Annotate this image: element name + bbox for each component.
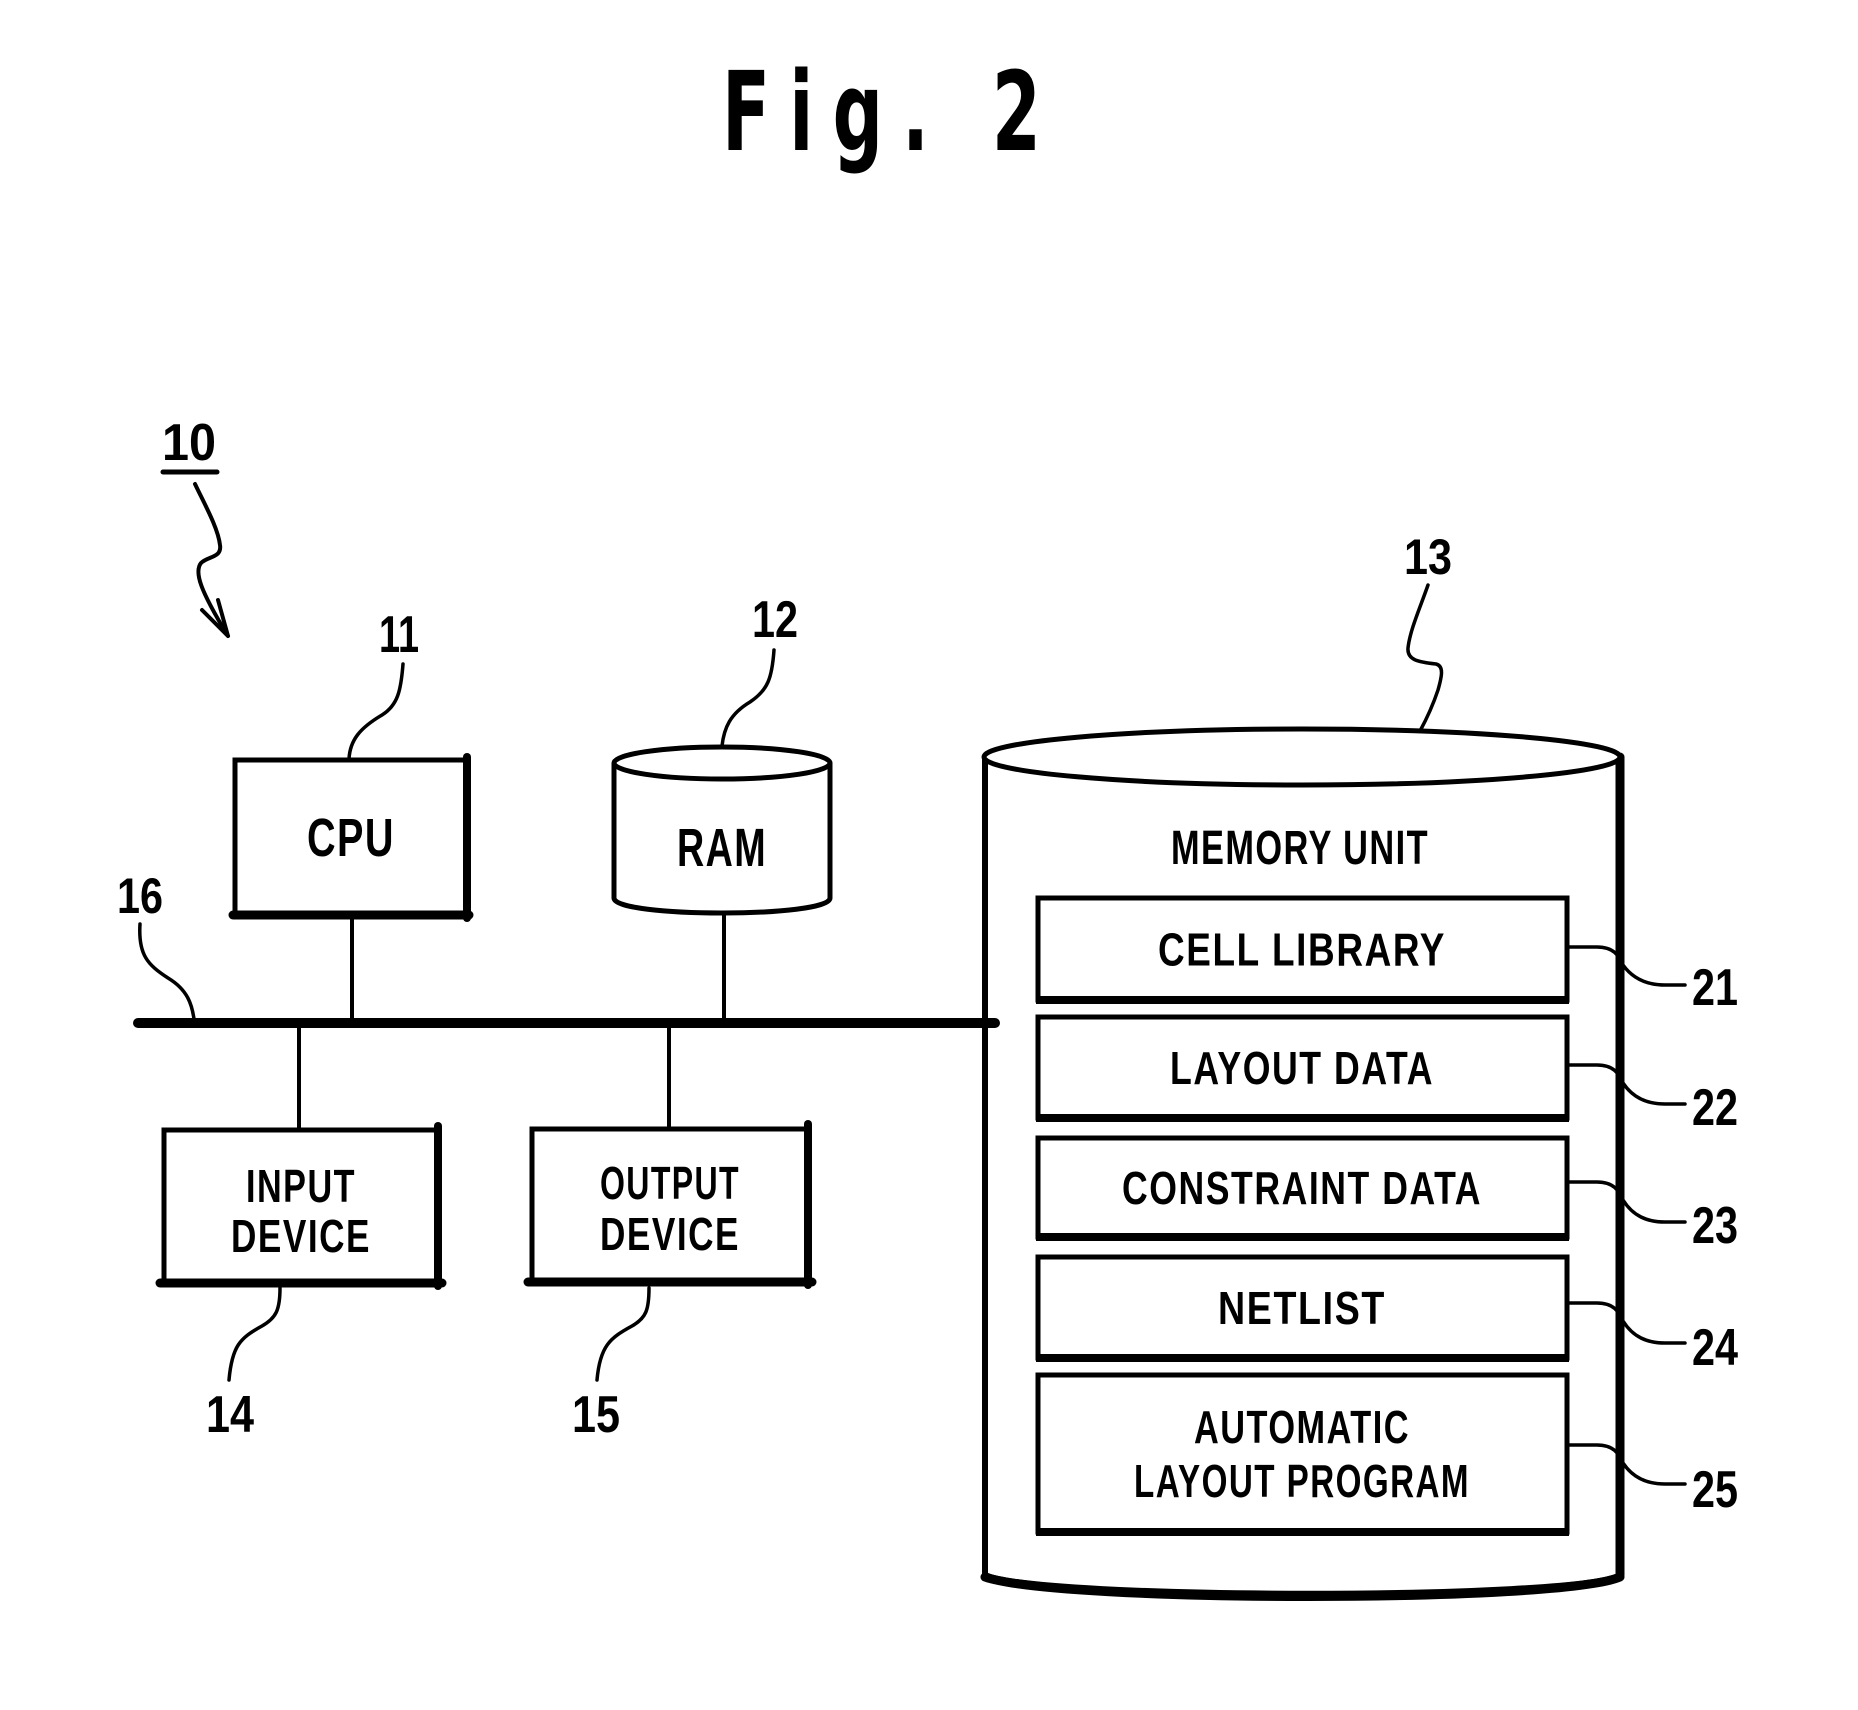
memory-item-label: NETLIST xyxy=(1218,1282,1386,1334)
cpu-block: CPU 11 xyxy=(228,606,474,1022)
ram-cylinder-top xyxy=(611,744,833,782)
leader-line-16 xyxy=(138,922,196,1021)
output-device-block: OUTPUT DEVICE 15 xyxy=(523,1025,817,1444)
output-device-label-line-1: OUTPUT xyxy=(600,1157,740,1209)
memory-item-constraint-data: CONSTRAINT DATA 23 xyxy=(1035,1135,1738,1255)
memory-item-label: LAYOUT PROGRAM xyxy=(1134,1455,1470,1507)
memory-item-label: CELL LIBRARY xyxy=(1158,924,1446,976)
memory-item-netlist: NETLIST 24 xyxy=(1035,1254,1738,1377)
memory-item-layout-data: LAYOUT DATA 22 xyxy=(1035,1014,1738,1137)
input-device-block: INPUT DEVICE 14 xyxy=(155,1025,447,1444)
output-device-label-line-2: DEVICE xyxy=(600,1208,740,1260)
input-device-label-line-2: DEVICE xyxy=(231,1210,371,1262)
memory-item-label: AUTOMATIC xyxy=(1194,1401,1410,1453)
ref-label-22: 22 xyxy=(1692,1079,1738,1137)
memory-item-automatic-layout-program: AUTOMATICLAYOUT PROGRAM 25 xyxy=(1035,1372,1738,1536)
ram-label: RAM xyxy=(677,818,767,878)
ref-label-16: 16 xyxy=(117,868,163,924)
ref-label-15: 15 xyxy=(572,1386,620,1444)
memory-unit-label: MEMORY UNIT xyxy=(1171,822,1429,875)
ref-label-21: 21 xyxy=(1692,959,1738,1017)
figure-title: Fig. 2 xyxy=(722,48,1060,176)
diagram-canvas: Fig. 2 10 16 CPU 11 RAM 12 INPUT DEVICE … xyxy=(117,48,1738,1601)
ref-label-12: 12 xyxy=(752,591,798,649)
system-reference: 10 xyxy=(160,414,230,638)
leader-line-14 xyxy=(227,1286,282,1382)
leader-line-11 xyxy=(347,662,405,761)
cpu-label: CPU xyxy=(307,808,395,868)
arrowhead-icon xyxy=(200,598,230,638)
leader-line-12 xyxy=(720,648,776,748)
leader-line-15 xyxy=(595,1286,651,1382)
memory-item-cell-library: CELL LIBRARY 21 xyxy=(1035,895,1738,1017)
leader-line-13 xyxy=(1406,583,1444,733)
memory-contents-list: CELL LIBRARY21LAYOUT DATA22CONSTRAINT DA… xyxy=(1035,895,1738,1536)
memory-item-box xyxy=(1035,1372,1570,1535)
ref-label-10: 10 xyxy=(162,414,216,472)
ref-label-24: 24 xyxy=(1692,1319,1738,1377)
memory-item-label: LAYOUT DATA xyxy=(1170,1042,1434,1094)
input-device-label-line-1: INPUT xyxy=(246,1160,356,1212)
ref-label-25: 25 xyxy=(1692,1461,1738,1519)
ref-label-13: 13 xyxy=(1404,529,1452,585)
ref-label-11: 11 xyxy=(379,606,419,664)
ram-block: RAM 12 xyxy=(611,591,833,1022)
ref-label-14: 14 xyxy=(206,1386,254,1444)
memory-cylinder-top xyxy=(981,726,1623,788)
memory-item-label: CONSTRAINT DATA xyxy=(1122,1162,1482,1214)
ref-label-23: 23 xyxy=(1692,1197,1738,1255)
